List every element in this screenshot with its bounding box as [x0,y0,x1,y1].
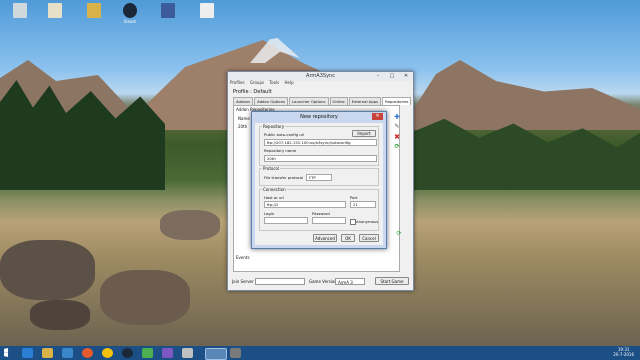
folder-icon [87,3,101,18]
menu-groups[interactable]: Groups [250,80,264,85]
close-button[interactable]: ✕ [399,72,413,80]
repo-name-label: Repository name [264,148,297,153]
dialog-close-button[interactable]: ✕ [372,113,383,120]
column-header-name[interactable]: Name [238,116,250,121]
tab-bar: Addons Addon Options Launcher Options On… [233,97,412,105]
rock [0,240,95,300]
dialog-body: Repository Public auto-config url Import… [255,123,383,245]
arma3sync-taskbar-button[interactable] [205,348,227,360]
app-icon[interactable] [230,348,241,358]
clock[interactable]: 19:31 20-7-2016 [613,347,634,357]
connection-group: Connection Host or url Port ftp://2 21 L… [259,187,379,231]
browser-icon[interactable] [102,348,113,358]
public-url-label: Public auto-config url [264,132,305,137]
dialog-titlebar[interactable]: New repository ✕ [252,112,386,123]
desktop-icon-recycle-bin[interactable] [6,3,34,19]
tab-addon-options[interactable]: Addon Options [254,97,288,105]
game-version-label: Game Version [309,279,337,284]
steam-icon [123,3,137,18]
desktop-icon-app[interactable] [154,3,182,19]
login-label: Login [264,211,275,216]
desktop-icon-steam[interactable]: Steam [116,3,144,24]
password-label: Password [312,211,330,216]
profile-label: Profile : Default [233,89,272,95]
desktop-icon-folder[interactable] [80,3,108,19]
app-icon [161,3,175,18]
clock-date: 20-7-2016 [613,352,634,357]
steam-icon[interactable] [122,348,133,358]
explorer-icon[interactable] [42,348,53,358]
menu-bar: Profiles Groups Tools Help [230,80,298,85]
anonymous-label: Anonymous [356,219,379,224]
start-icon[interactable] [4,348,9,357]
side-toolbar: ✚ ✎ ✖ ⟳ [393,113,403,153]
import-button[interactable]: Import [352,130,376,137]
rock [160,210,220,240]
menu-profiles[interactable]: Profiles [230,80,245,85]
menu-help[interactable]: Help [285,80,294,85]
taskbar: 19:31 20-7-2016 [0,346,640,360]
protocol-group: Protocol File transfer protocol FTP [259,166,379,186]
tab-launcher-options[interactable]: Launcher Options [289,97,329,105]
delete-icon[interactable]: ✖ [393,133,401,141]
public-url-field[interactable]: ftp://207.182.152.100:xx/a3sync/autoconf… [264,139,377,146]
bottom-bar: Join Server Game Version ArmA 3 Start Ga… [228,276,412,288]
app-icon[interactable] [62,348,73,358]
login-field[interactable] [264,217,308,224]
add-icon[interactable]: ✚ [393,113,401,121]
desktop-icon-document[interactable] [193,3,221,19]
protocol-select[interactable]: FTP [306,174,332,181]
app-icon[interactable] [182,348,193,358]
cancel-button[interactable]: Cancel [359,234,379,242]
tab-online[interactable]: Online [329,97,348,105]
game-version-select[interactable]: ArmA 3 [335,278,365,285]
protocol-label: File transfer protocol [264,175,304,180]
repo-name-field[interactable]: 20th [264,155,377,162]
tab-external-apps[interactable]: External Apps [348,97,382,105]
desktop-icon-label: Steam [123,19,137,24]
join-server-select[interactable] [255,278,305,285]
minimize-button[interactable]: – [371,72,385,80]
ok-button[interactable]: OK [341,234,355,242]
file-icon [48,3,62,18]
edit-icon[interactable]: ✎ [393,123,401,131]
repository-group-label: Repository [262,124,286,129]
tab-repositories[interactable]: Repositories [382,97,412,105]
port-field[interactable]: 21 [350,201,376,208]
mountain [400,60,640,130]
password-field[interactable] [312,217,346,224]
chrome-icon[interactable] [82,348,93,358]
app-icon[interactable] [162,348,173,358]
menu-tools[interactable]: Tools [269,80,279,85]
protocol-group-label: Protocol [262,166,281,171]
host-field[interactable]: ftp://2 [264,201,346,208]
new-repository-dialog: New repository ✕ Repository Public auto-… [251,111,387,249]
rock [30,300,90,330]
maximize-button[interactable]: □ [385,72,399,80]
advanced-button[interactable]: Advanced [313,234,337,242]
start-game-button[interactable]: Start Game [375,277,409,285]
rock [100,270,190,325]
connect-icon[interactable]: ⟳ [395,230,403,238]
port-label: Port [350,195,358,200]
ie-icon[interactable] [22,348,33,358]
sync-icon[interactable]: ⟳ [393,143,401,151]
repository-group: Repository Public auto-config url Import… [259,124,379,166]
tab-addons[interactable]: Addons [233,97,254,105]
host-label: Host or url [264,195,284,200]
events-label: Events [236,255,250,260]
recycle-bin-icon [13,3,27,18]
connection-group-label: Connection [262,187,287,192]
join-server-label: Join Server [232,279,254,284]
desktop-icon-file[interactable] [41,3,69,19]
app-icon[interactable] [142,348,153,358]
repository-row[interactable]: 20th [238,124,247,129]
dialog-title: New repository [300,114,338,120]
document-icon [200,3,214,18]
